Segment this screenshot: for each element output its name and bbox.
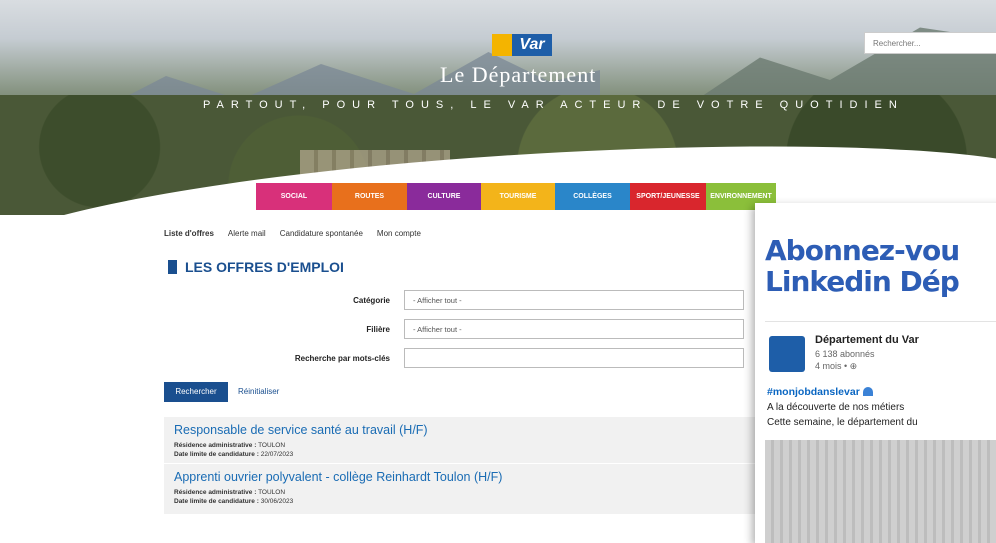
residence-label: Résidence administrative : — [174, 489, 257, 496]
title-square-icon — [168, 260, 177, 274]
filiere-row: Filière - Afficher tout - — [250, 319, 744, 339]
category-label: Catégorie — [353, 295, 390, 305]
subnav-mail-alert[interactable]: Alerte mail — [228, 229, 266, 238]
menu-item-colleges[interactable]: COLLÈGES — [555, 183, 630, 210]
page-name[interactable]: Département du Var — [815, 334, 919, 346]
headline-line-1: Abonnez-vou — [765, 234, 960, 267]
page-title: LES OFFRES D'EMPLOI — [168, 259, 344, 275]
filiere-select[interactable]: - Afficher tout - — [404, 319, 744, 339]
deadline-value: 22/07/2023 — [260, 451, 294, 458]
main-menu: SOCIAL ROUTES CULTURE TOURISME COLLÈGES … — [256, 183, 776, 210]
subnav-spontaneous[interactable]: Candidature spontanée — [280, 229, 363, 238]
offer-residence: Résidence administrative : TOULON — [174, 488, 774, 497]
headline-line-2: Linkedin Dép — [765, 265, 960, 298]
search-button[interactable]: Rechercher — [164, 382, 228, 402]
var-logo[interactable]: Var — [492, 34, 552, 56]
page-avatar[interactable] — [769, 336, 805, 372]
department-title: Le Département — [440, 62, 597, 87]
deadline-label: Date limite de candidature : — [174, 451, 259, 458]
category-row: Catégorie - Afficher tout - — [250, 290, 744, 310]
post-time: 4 mois • ⊕ — [815, 361, 858, 371]
menu-item-sport[interactable]: SPORT/JEUNESSE — [630, 183, 706, 210]
hashtag-text[interactable]: #monjobdanslevar — [767, 386, 860, 398]
keywords-input[interactable] — [404, 348, 744, 368]
linkedin-headline: Abonnez-vou Linkedin Dép — [765, 234, 960, 298]
residence-value: TOULON — [258, 442, 286, 449]
post-text-line-1: A la découverte de nos métiers — [767, 402, 905, 413]
post-text-line-2: Cette semaine, le département du — [767, 417, 918, 428]
residence-value: TOULON — [258, 489, 286, 496]
linkedin-card: Abonnez-vou Linkedin Dép Département du … — [755, 203, 996, 543]
category-select[interactable]: - Afficher tout - — [404, 290, 744, 310]
linkedin-post: Département du Var 6 138 abonnés 4 mois … — [765, 321, 996, 543]
residence-label: Résidence administrative : — [174, 442, 257, 449]
offer-deadline: Date limite de candidature : 30/06/2023 — [174, 497, 774, 506]
offer-deadline: Date limite de candidature : 22/07/2023 — [174, 450, 774, 459]
menu-item-culture[interactable]: CULTURE — [407, 183, 481, 210]
logo-text: Var — [512, 34, 552, 56]
menu-item-tourisme[interactable]: TOURISME — [481, 183, 555, 210]
deadline-value: 30/06/2023 — [260, 498, 294, 505]
keywords-label: Recherche par mots-clés — [294, 353, 390, 363]
followers-count: 6 138 abonnés — [815, 349, 875, 359]
offer-card[interactable]: Responsable de service santé au travail … — [164, 417, 784, 463]
offer-card[interactable]: Apprenti ouvrier polyvalent - collège Re… — [164, 464, 784, 514]
page-title-text: LES OFFRES D'EMPLOI — [185, 259, 344, 275]
deadline-label: Date limite de candidature : — [174, 498, 259, 505]
offer-title[interactable]: Responsable de service santé au travail … — [174, 423, 774, 437]
reset-button[interactable]: Réinitialiser — [238, 382, 279, 402]
filiere-label: Filière — [366, 324, 390, 334]
subnav-offers[interactable]: Liste d'offres — [164, 229, 214, 238]
tagline: PARTOUT, POUR TOUS, LE VAR ACTEUR DE VOT… — [203, 99, 904, 111]
menu-item-routes[interactable]: ROUTES — [332, 183, 407, 210]
post-image[interactable] — [765, 440, 996, 543]
offer-residence: Résidence administrative : TOULON — [174, 441, 774, 450]
subnav-account[interactable]: Mon compte — [377, 229, 421, 238]
menu-item-social[interactable]: SOCIAL — [256, 183, 332, 210]
sun-icon — [492, 34, 512, 56]
hashtag-link[interactable]: #monjobdanslevar — [767, 386, 873, 398]
offer-title[interactable]: Apprenti ouvrier polyvalent - collège Re… — [174, 470, 774, 484]
search-input[interactable]: Rechercher... — [864, 32, 996, 54]
keywords-row: Recherche par mots-clés — [200, 348, 744, 368]
heart-icon — [862, 387, 873, 396]
subnav: Liste d'offres Alerte mail Candidature s… — [164, 229, 421, 238]
